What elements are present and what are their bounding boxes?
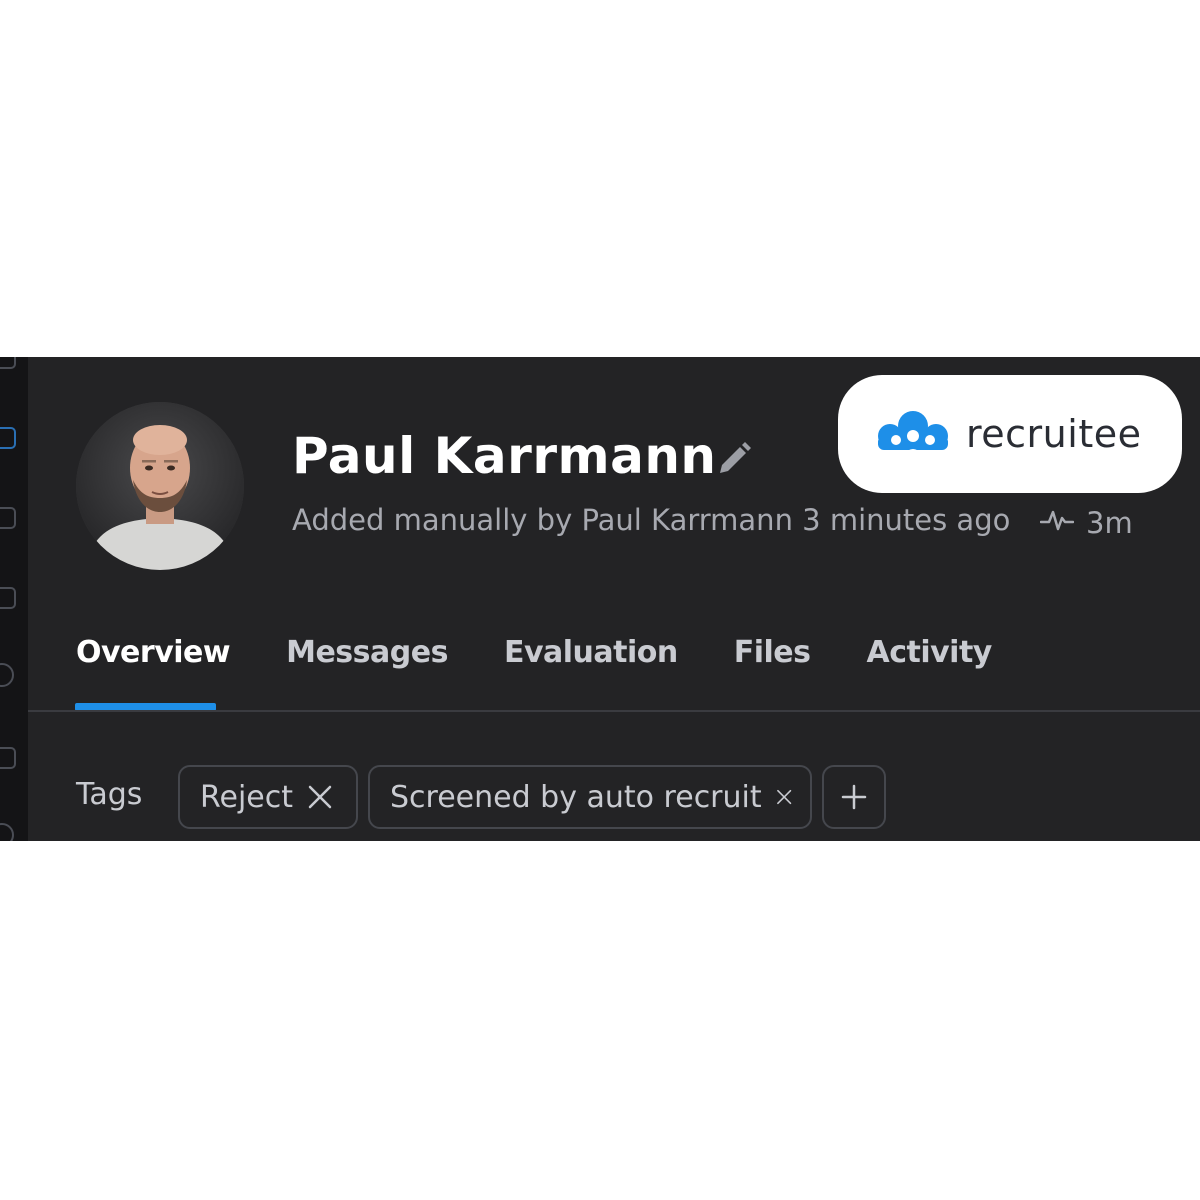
- add-tag-button[interactable]: [822, 765, 886, 829]
- close-icon[interactable]: [307, 784, 333, 810]
- plus-icon: [841, 784, 867, 810]
- logo-text: recruitee: [966, 412, 1142, 456]
- activity-time: 3m: [1086, 506, 1133, 540]
- globe-icon[interactable]: [0, 663, 14, 687]
- pencil-icon[interactable]: [714, 439, 754, 479]
- tag-chip-screened: Screened by auto recruit: [368, 765, 812, 829]
- tag-label: Screened by auto recruit: [390, 779, 762, 815]
- close-icon[interactable]: [776, 784, 792, 810]
- left-sidebar: [0, 357, 28, 841]
- tab-overview[interactable]: Overview: [76, 635, 231, 670]
- tab-bar: Overview Messages Evaluation Files Activ…: [76, 635, 992, 670]
- tab-divider: [28, 710, 1200, 712]
- tab-evaluation[interactable]: Evaluation: [504, 635, 678, 670]
- recruitee-logo-mark: [878, 411, 948, 460]
- candidate-name: Paul Karrmann: [292, 427, 717, 485]
- tab-files[interactable]: Files: [734, 635, 811, 670]
- mail-icon[interactable]: [0, 587, 16, 609]
- sidebar-icon[interactable]: [0, 357, 16, 369]
- tab-activity[interactable]: Activity: [867, 635, 993, 670]
- recruitee-logo: recruitee: [838, 375, 1182, 493]
- tag-label: Reject: [200, 779, 294, 815]
- tab-messages[interactable]: Messages: [286, 635, 448, 670]
- tag-chip-reject: Reject: [178, 765, 358, 829]
- pulse-icon: [1039, 506, 1075, 540]
- candidate-header-panel: Paul Karrmann Added manually by Paul Kar…: [0, 357, 1200, 841]
- tags-label: Tags: [76, 777, 143, 812]
- help-icon[interactable]: [0, 823, 14, 841]
- star-icon[interactable]: [0, 747, 16, 769]
- added-info: Added manually by Paul Karrmann 3 minute…: [292, 503, 1011, 537]
- briefcase-icon[interactable]: [0, 507, 16, 529]
- activity-indicator: 3m: [1039, 503, 1133, 543]
- candidates-icon[interactable]: [0, 427, 16, 449]
- avatar: [76, 402, 244, 570]
